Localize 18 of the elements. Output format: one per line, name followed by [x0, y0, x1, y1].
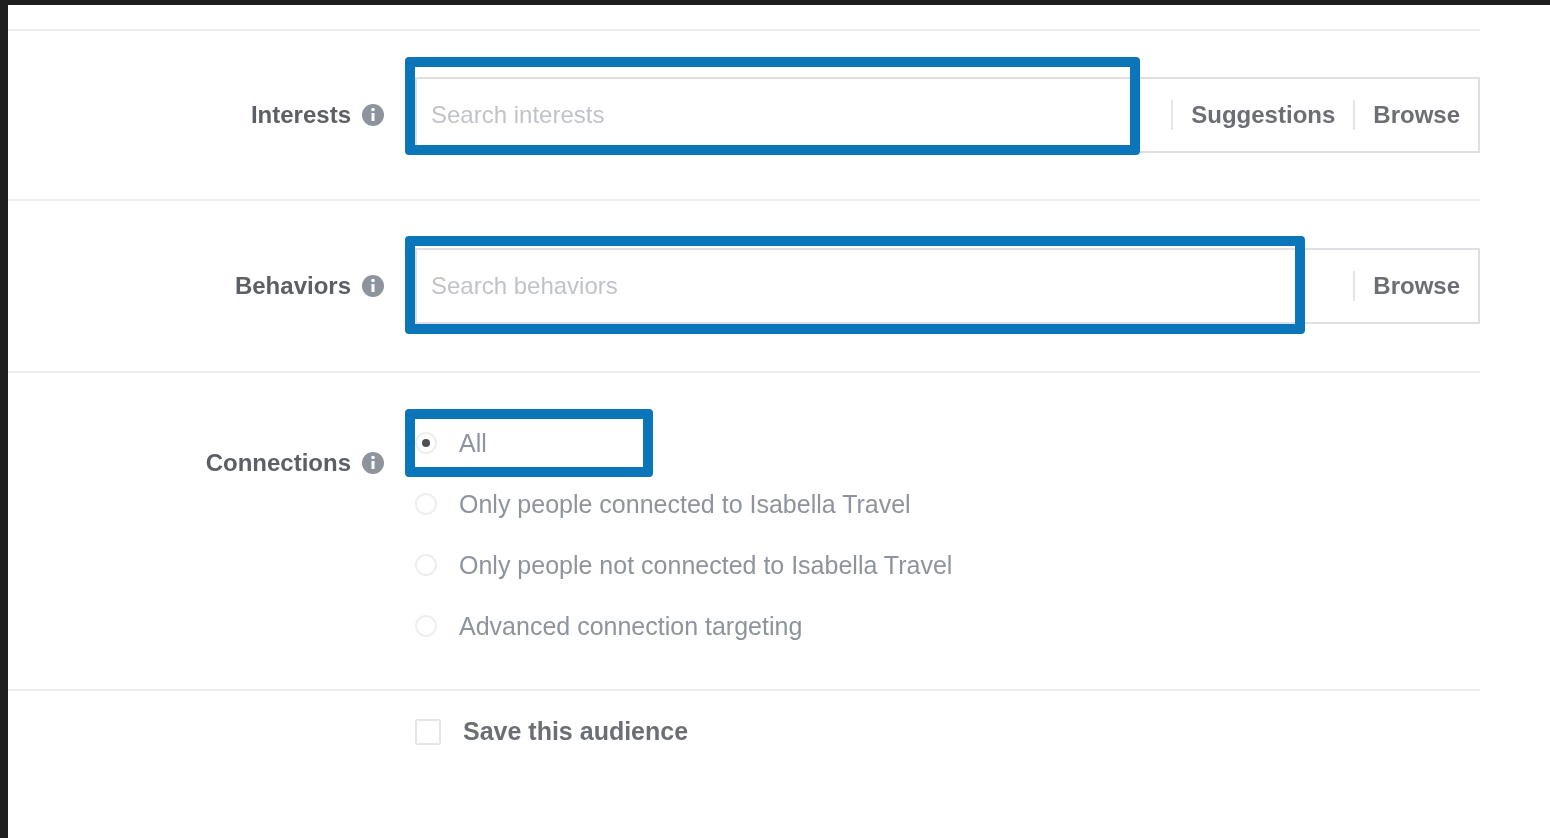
option-label: Only people connected to Isabella Travel: [459, 489, 911, 519]
field-label: Interests: [250, 101, 351, 129]
info-icon: [361, 274, 385, 298]
search-field[interactable]: Search behaviors Browse: [415, 248, 1480, 324]
checkbox-label: Save this audience: [463, 717, 689, 746]
browse-button[interactable]: Browse: [1353, 271, 1478, 301]
radio-button[interactable]: [415, 432, 437, 454]
field-label: Behaviors: [234, 272, 351, 300]
suggestions-button[interactable]: Suggestions: [1171, 100, 1354, 130]
browse-button[interactable]: Browse: [1353, 100, 1478, 130]
checkbox[interactable]: [415, 718, 441, 745]
info-icon: [361, 103, 385, 127]
option-label: All: [459, 428, 487, 458]
field-label: Connections: [205, 449, 351, 477]
option-label: Only people not connected to Isabella Travel: [459, 550, 953, 580]
option-label: Advanced connection targeting: [459, 611, 803, 641]
search-field[interactable]: Search interests Suggestions Browse: [415, 77, 1480, 153]
info-icon: [361, 451, 385, 475]
